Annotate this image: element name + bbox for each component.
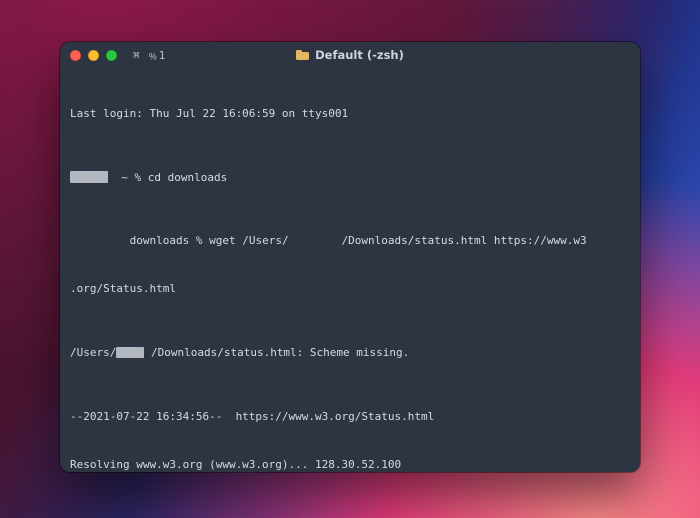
output-timestamp: --2021-07-22 16:34:56-- https://www.w3.o… (70, 409, 630, 425)
last-login-line: Last login: Thu Jul 22 16:06:59 on ttys0… (70, 106, 630, 122)
prompt-symbol: ~ % (121, 171, 148, 184)
redacted-hostname (70, 171, 108, 183)
out1a: /Users/ (70, 346, 116, 359)
minimize-icon[interactable] (88, 50, 99, 61)
close-icon[interactable] (70, 50, 81, 61)
redacted-user (116, 347, 144, 358)
output-resolving: Resolving www.w3.org (www.w3.org)... 128… (70, 457, 630, 473)
out1b: /Downloads/status.html: Scheme missing. (151, 346, 409, 359)
command-1: cd downloads (148, 171, 227, 184)
prompt-line-2: downloads % wget /Users/ /Downloads/stat… (70, 233, 630, 249)
window-controls (60, 50, 117, 61)
folder-icon (296, 50, 309, 60)
titlebar[interactable]: ⌘ ﹪1 Default (-zsh) (60, 42, 640, 68)
command-2a: wget /Users/ (209, 234, 288, 247)
output-scheme-missing: /Users/ /Downloads/status.html: Scheme m… (70, 345, 630, 361)
prompt-line-1: ~ % cd downloads (70, 170, 630, 186)
prompt-2: downloads % (130, 234, 209, 247)
terminal-window: ⌘ ﹪1 Default (-zsh) Last login: Thu Jul … (60, 42, 640, 472)
zoom-icon[interactable] (106, 50, 117, 61)
titlebar-left-label: ⌘ ﹪1 (133, 47, 166, 63)
command-2b: /Downloads/status.html https://www.w3 (342, 234, 587, 247)
command-2c: .org/Status.html (70, 281, 630, 297)
terminal-output[interactable]: Last login: Thu Jul 22 16:06:59 on ttys0… (60, 68, 640, 472)
window-title-text: Default (-zsh) (315, 48, 404, 62)
